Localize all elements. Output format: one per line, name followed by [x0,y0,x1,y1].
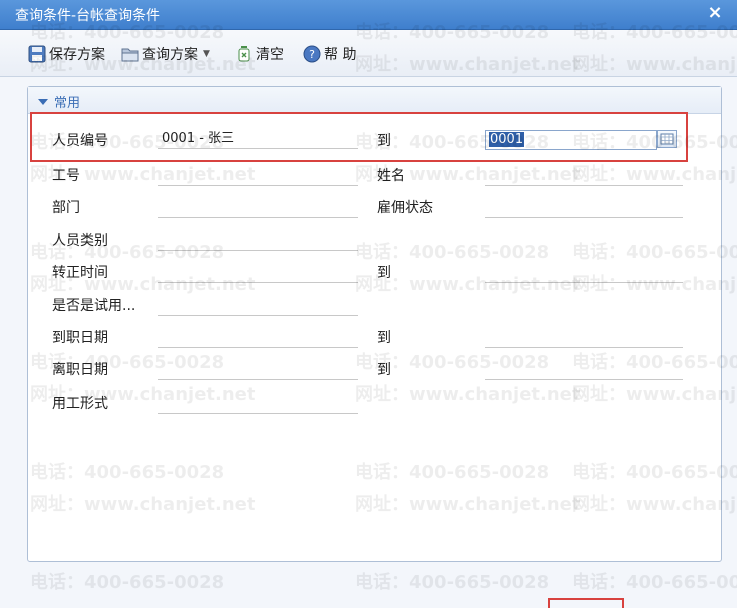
on-probation-input[interactable] [158,297,358,316]
folder-icon [121,48,139,62]
svg-text:?: ? [309,48,315,61]
save-scheme-label: 保存方案 [49,47,105,63]
staff-category-label: 人员类别 [52,233,108,249]
conditions-panel: 常用 [27,86,722,562]
regularization-time-from-input[interactable] [158,264,358,283]
calendar-icon [660,133,674,145]
hire-date-to-input[interactable] [485,329,683,348]
name-label: 姓名 [377,168,405,184]
employee-no-from-input[interactable]: 0001 - 张三 [158,130,358,149]
query-dialog: 查询条件-台帐查询条件 × 保存方案 查询方案 ▼ 清空 ? 帮 助 常用 人员… [0,0,737,608]
clear-label: 清空 [256,47,284,63]
leave-date-to-label: 到 [377,362,391,378]
leave-date-to-input[interactable] [485,361,683,380]
close-button[interactable]: × [705,3,725,23]
query-scheme-button[interactable]: 查询方案 ▼ [121,43,210,65]
section-header: 常用 [28,87,721,114]
clear-icon [238,46,250,62]
regularization-time-to-input[interactable] [485,264,683,283]
on-probation-label: 是否是试用... [52,298,136,314]
watermark-phone: 电话：400-665-0028 [30,572,225,593]
regularization-time-label: 转正时间 [52,265,108,281]
help-button[interactable]: ? 帮 助 [303,43,356,65]
toolbar: 保存方案 查询方案 ▼ 清空 ? 帮 助 [0,30,737,77]
help-label: 帮 助 [324,47,357,63]
employee-no-to-label: 到 [377,133,391,149]
highlight-box-ok-button [548,598,624,608]
employee-no-label: 人员编号 [52,133,108,149]
chevron-down-icon: ▼ [203,49,210,59]
hire-date-to-label: 到 [377,330,391,346]
leave-date-label: 离职日期 [52,362,108,378]
name-input[interactable] [485,167,683,186]
work-no-input[interactable] [158,167,358,186]
department-label: 部门 [52,200,80,216]
employee-no-to-input[interactable]: 0001 [485,130,657,150]
window-title: 查询条件-台帐查询条件 [15,8,161,24]
query-scheme-label: 查询方案 [142,47,198,63]
department-input[interactable] [158,199,358,218]
employee-no-from-value: 0001 - 张三 [162,131,235,146]
save-icon [28,45,46,63]
section-label: 常用 [54,96,81,111]
collapse-icon [38,98,48,105]
watermark-phone: 电话：400-665-0028 [572,572,737,593]
hire-date-from-input[interactable] [158,329,358,348]
lookup-button[interactable] [657,130,677,148]
save-scheme-button[interactable]: 保存方案 [28,43,105,65]
employment-status-input[interactable] [485,199,683,218]
title-bar: 查询条件-台帐查询条件 × [0,0,737,30]
help-icon: ? [303,45,321,63]
section-toggle-common[interactable]: 常用 [38,92,80,111]
work-no-label: 工号 [52,168,80,184]
regularization-time-to-label: 到 [377,265,391,281]
staff-category-input[interactable] [158,232,358,251]
watermark-phone: 电话：400-665-0028 [355,572,550,593]
employment-status-label: 雇佣状态 [377,200,433,216]
hire-date-label: 到职日期 [52,330,108,346]
employee-no-to-value: 0001 [489,132,525,147]
leave-date-from-input[interactable] [158,361,358,380]
employment-form-input[interactable] [158,395,358,414]
clear-button[interactable]: 清空 [235,43,284,65]
employment-form-label: 用工形式 [52,396,108,412]
